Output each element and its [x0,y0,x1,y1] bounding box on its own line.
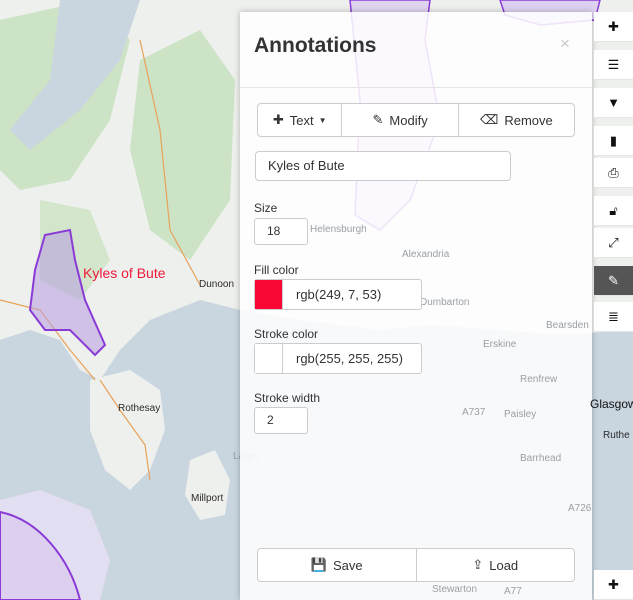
expand-button[interactable]: ⤢ [594,228,633,258]
unlock-icon: 🔓︎ [609,202,618,218]
expand-icon: ⤢ [608,234,619,250]
list-icon: ≣ [608,308,619,324]
save-load-buttons: 💾 Save ⇪ Load [257,548,575,582]
stroke-color-label: Stroke color [254,327,319,341]
close-icon[interactable]: × [560,34,570,54]
map-label-helensburgh: Helensburgh [310,224,367,235]
add-text-label: Text [289,112,314,128]
caret-down-icon: ▼ [318,115,327,125]
load-label: Load [489,557,519,573]
book-icon: ▮ [609,132,618,148]
floppy-icon: 💾 [310,557,328,572]
map-label-alexandria: Alexandria [402,249,450,260]
list-button[interactable]: ≣ [594,302,633,332]
map-toolbar: ✚ ☰ ▼ ▮ ⎙ 🔓︎ ⤢ ✎ ≣ ✚ [594,12,633,600]
map-label-stewarton: Stewarton [432,584,478,595]
fill-color-value[interactable]: rgb(249, 7, 53) [283,280,421,309]
filter-icon: ▼ [607,95,620,110]
map-label-a737: A737 [462,407,486,418]
zoom-in-button[interactable]: ✚ [594,12,633,42]
stroke-color-value[interactable]: rgb(255, 255, 255) [283,344,421,373]
remove-button[interactable]: ⌫ Remove [459,104,574,136]
map-label-millport: Millport [191,493,224,504]
map-label-renfrew: Renfrew [520,374,558,385]
map-label-dunoon: Dunoon [199,279,235,290]
save-button[interactable]: 💾 Save [258,549,417,581]
unlock-button[interactable]: 🔓︎ [594,196,633,226]
map-label-a77: A77 [504,586,522,597]
filter-button[interactable]: ▼ [594,88,633,118]
stroke-color-swatch[interactable] [255,344,283,373]
modify-button[interactable]: ✎ Modify [342,104,459,136]
stroke-width-input[interactable]: 2 [254,407,308,434]
annotation-text-kyles-of-bute[interactable]: Kyles of Bute [83,265,166,281]
plus-icon: ✚ [272,112,284,127]
fill-color-label: Fill color [254,263,299,277]
map-label-erskine: Erskine [483,339,517,350]
print-button[interactable]: ⎙ [594,158,633,188]
panel-title: Annotations [254,34,377,57]
fill-color-picker[interactable]: rgb(249, 7, 53) [254,279,422,310]
print-icon: ⎙ [608,164,619,180]
remove-label: Remove [504,112,553,128]
eraser-icon: ⌫ [479,112,499,127]
layers-icon: ☰ [607,56,620,72]
book-button[interactable]: ▮ [594,126,633,156]
map-label-a726: A726 [568,503,592,514]
annotations-button[interactable]: ✎ [594,266,633,296]
map-label-bearsden: Bearsden [546,320,589,331]
zoom-bottom-button[interactable]: ✚ [594,570,633,600]
stroke-width-label: Stroke width [254,391,321,405]
map-label-barrhead: Barrhead [520,453,562,464]
map-label-rothesay: Rothesay [118,403,161,414]
save-label: Save [333,557,363,573]
stroke-color-picker[interactable]: rgb(255, 255, 255) [254,343,422,374]
map-label-paisley: Paisley [504,409,537,420]
plus-icon: ✚ [608,576,619,592]
pencil-icon: ✎ [608,272,619,288]
pencil-icon: ✎ [372,112,384,127]
annotation-mode-buttons: ✚ Text ▼ ✎ Modify ⌫ Remove [257,103,575,137]
size-input[interactable]: 18 [254,218,308,245]
map-label-rutherglen: Ruthe [603,430,630,441]
annotations-panel: Helensburgh Alexandria Dumbarton Bearsde… [240,12,592,600]
map-label-dumbarton: Dumbarton [420,297,470,308]
plus-icon: ✚ [608,18,619,34]
annotation-text-input[interactable]: Kyles of Bute [255,151,511,181]
divider [240,87,592,88]
load-button[interactable]: ⇪ Load [417,549,575,581]
modify-label: Modify [389,112,428,128]
add-text-button[interactable]: ✚ Text ▼ [258,104,343,136]
fill-color-swatch[interactable] [255,280,283,309]
upload-icon: ⇪ [472,557,484,572]
size-label: Size [254,201,278,215]
layers-button[interactable]: ☰ [594,50,633,80]
